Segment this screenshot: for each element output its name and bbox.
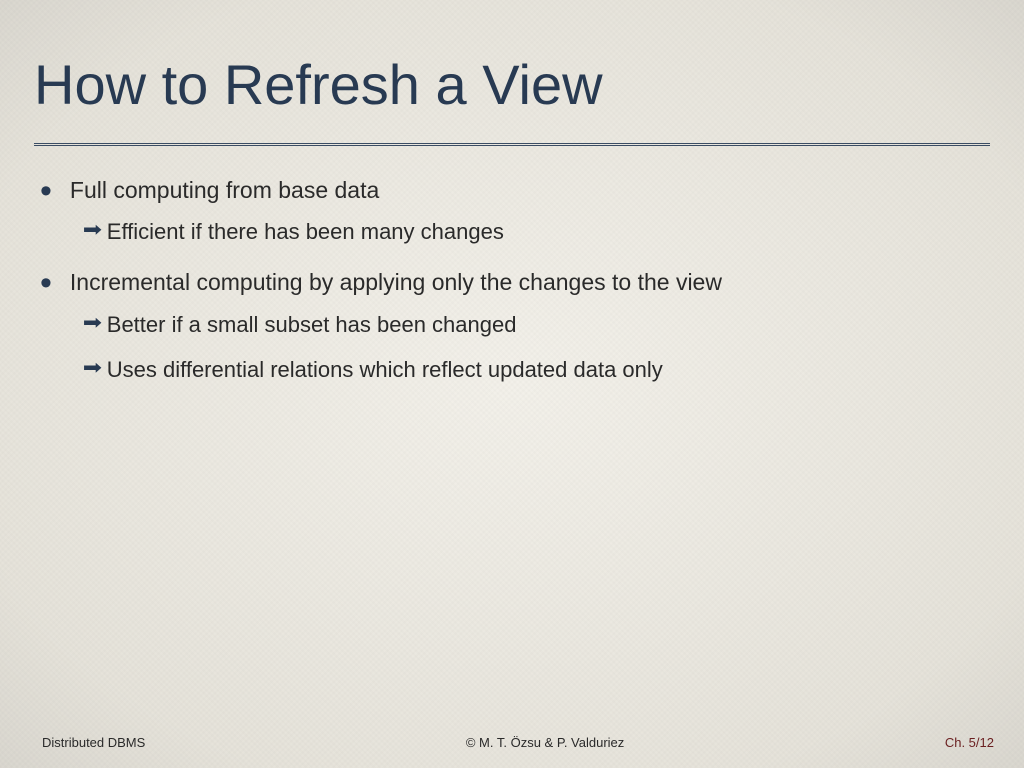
bullet-text: Incremental computing by applying only t… [70,268,722,297]
sub-bullet-text: Uses differential relations which reflec… [107,356,663,384]
bullet-dot-icon: • [40,274,52,292]
slide-footer: Distributed DBMS © M. T. Özsu & P. Valdu… [0,735,1024,750]
sub-bullet-item: ➡ Uses differential relations which refl… [84,356,990,384]
arrow-right-icon: ➡ [83,218,102,243]
sub-bullet-text: Better if a small subset has been change… [107,311,517,339]
bullet-dot-icon: • [40,182,52,200]
bullet-item: • Incremental computing by applying only… [40,268,990,297]
sub-bullet-item: ➡ Efficient if there has been many chang… [84,218,990,246]
slide-body: • Full computing from base data ➡ Effici… [34,176,990,384]
arrow-right-icon: ➡ [83,356,102,381]
footer-left: Distributed DBMS [42,735,145,750]
bullet-text: Full computing from base data [70,176,379,205]
bullet-item: • Full computing from base data [40,176,990,205]
sub-bullet-text: Efficient if there has been many changes [107,218,504,246]
slide: How to Refresh a View • Full computing f… [0,0,1024,768]
footer-center: © M. T. Özsu & P. Valduriez [145,735,945,750]
sub-bullet-item: ➡ Better if a small subset has been chan… [84,311,990,339]
title-divider [34,143,990,146]
footer-right: Ch. 5/12 [945,735,994,750]
arrow-right-icon: ➡ [83,311,102,336]
slide-title: How to Refresh a View [34,54,990,117]
